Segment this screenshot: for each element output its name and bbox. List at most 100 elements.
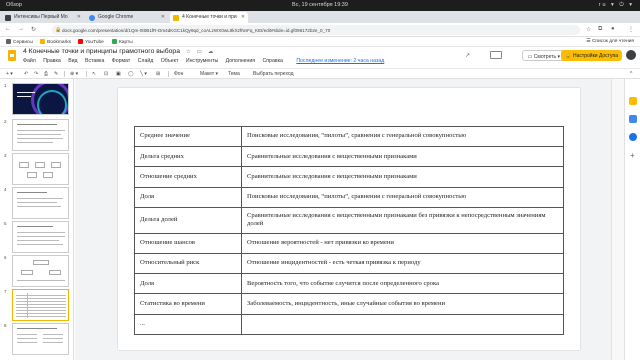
table-row: Отношение средних Сравнительные исследов… — [134, 166, 564, 188]
close-icon[interactable]: ✕ — [161, 14, 165, 20]
url-input[interactable]: 🔒 docs.google.com/presentation/d/1Qm-0t0… — [52, 25, 580, 35]
bookmark-label: Карты — [119, 40, 133, 45]
present-button[interactable]: ▭ Смотреть ▾ — [521, 50, 566, 61]
bookmarks-bar: Сервисы Bookmarks YouTube Карты ☰ Список… — [0, 37, 640, 47]
table-cell[interactable]: Статистика во времени — [134, 293, 242, 315]
table-cell[interactable]: Дельта долей — [134, 206, 242, 234]
slide-number: 1 — [4, 83, 7, 88]
table-cell[interactable]: Отношение вероятностей - нет привязки ко… — [241, 232, 564, 254]
tasks-icon[interactable] — [629, 115, 637, 123]
tab-intensivy[interactable]: Интенсивы Первый Мо ✕ — [2, 12, 84, 23]
move-folder-icon[interactable]: ▭ — [197, 49, 202, 55]
extensions-icon[interactable]: ⧉ — [598, 26, 602, 33]
slides-logo-icon[interactable] — [8, 50, 16, 61]
endpoints-table[interactable]: Среднее значение Поисковые исследования,… — [134, 125, 564, 335]
table-cell[interactable]: Доля — [134, 186, 242, 208]
table-cell[interactable] — [241, 313, 564, 335]
table-cell[interactable]: Сравнительные исследования с вещественны… — [241, 146, 564, 168]
table-cell[interactable]: Сравнительные исследования с вещественны… — [241, 166, 564, 188]
slide-thumbnail[interactable]: 8 — [4, 323, 70, 357]
menu-object[interactable]: Объект — [161, 58, 179, 64]
menu-tools[interactable]: Инструменты — [186, 58, 218, 64]
reading-list[interactable]: ☰ Список для чтения — [586, 39, 634, 44]
theme-button[interactable]: Тема — [228, 71, 240, 77]
slide-thumbnail[interactable]: 6 — [4, 255, 70, 289]
system-menu[interactable]: ru ▾ ⏻ ▾ — [599, 2, 634, 9]
table-cell[interactable]: Поисковые исследования, “пилоты”, сравне… — [241, 186, 564, 208]
table-cell[interactable]: ... — [134, 313, 242, 335]
line-icon[interactable]: ╲ ▾ — [140, 71, 147, 77]
profile-icon[interactable]: ● — [611, 26, 615, 32]
vertical-scrollbar[interactable] — [611, 79, 624, 360]
print-icon[interactable]: ⎙ — [44, 71, 48, 77]
add-slide-icon[interactable]: + ▾ — [6, 71, 13, 77]
share-button[interactable]: 🔒 Настройки Доступа — [561, 50, 622, 61]
menu-edit[interactable]: Правка — [43, 58, 61, 64]
comments-icon[interactable] — [490, 51, 502, 59]
slide-thumbnail[interactable]: 3 — [4, 153, 70, 187]
forward-icon[interactable]: → — [18, 26, 24, 32]
activity-icon[interactable]: ↗ — [465, 52, 470, 59]
toolbar-divider — [86, 71, 87, 77]
table-cell[interactable]: Отношение средних — [134, 166, 242, 188]
background-button[interactable]: Фон — [174, 71, 183, 77]
contacts-icon[interactable] — [629, 133, 637, 141]
slide-thumbnail[interactable]: 5 — [4, 221, 70, 255]
zoom-icon[interactable]: ⊕ ▾ — [70, 71, 78, 77]
table-cell[interactable]: Поисковые исследования, “пилоты”, сравне… — [241, 125, 564, 148]
menu-file[interactable]: Файл — [23, 58, 36, 64]
table-cell[interactable]: Вероятность того, что событие случится п… — [241, 273, 564, 295]
reload-icon[interactable]: ↻ — [31, 26, 36, 33]
slide-thumbnail-selected[interactable]: 7 — [4, 289, 70, 323]
slide-thumbnail[interactable]: 1 — [4, 83, 70, 117]
table-cell[interactable]: Относительный риск — [134, 252, 242, 275]
avatar[interactable] — [626, 50, 636, 60]
bookmark-apps[interactable]: Сервисы — [6, 39, 33, 45]
undo-icon[interactable]: ↶ — [24, 71, 28, 77]
table-cell[interactable]: Заболеваемость, инцидентность, иные случ… — [241, 293, 564, 315]
close-icon[interactable]: ✕ — [77, 14, 81, 20]
slide-thumbnail[interactable]: 4 — [4, 187, 70, 221]
shape-icon[interactable]: ◯ — [128, 71, 134, 77]
slide[interactable]: Среднее значение Поисковые исследования,… — [118, 88, 580, 350]
table-cell[interactable]: Отношение шансов — [134, 232, 242, 254]
keep-icon[interactable] — [629, 97, 637, 105]
tab-slides[interactable]: 4 Конечные точки и при ✕ — [170, 12, 248, 23]
table-cell[interactable]: Доля — [134, 273, 242, 295]
clock[interactable]: Вс, 19 сентября 19:39 — [0, 2, 640, 8]
bookmark-bookmarks[interactable]: Bookmarks — [40, 39, 71, 45]
table-cell[interactable]: Сравнительные исследования с вещественны… — [241, 206, 564, 234]
menu-help[interactable]: Справка — [263, 58, 283, 64]
redo-icon[interactable]: ↷ — [34, 71, 38, 77]
select-icon[interactable]: ↖ — [92, 71, 96, 77]
comment-icon[interactable]: ⊞ — [156, 71, 160, 77]
bookmark-youtube[interactable]: YouTube — [78, 39, 104, 45]
paint-format-icon[interactable]: ✎ — [54, 71, 58, 77]
star-icon[interactable]: ☆ — [586, 26, 591, 33]
textbox-icon[interactable]: ⊡ — [104, 71, 108, 77]
transition-button[interactable]: Выбрать переход — [253, 71, 294, 77]
bookmark-label: YouTube — [85, 40, 104, 45]
table-cell[interactable]: Отношение инцидентностей - есть четкая п… — [241, 252, 564, 275]
tab-google-chrome[interactable]: Google Chrome ✕ — [86, 12, 168, 23]
doc-title[interactable]: 4 Конечные точки и принципы грамотного в… — [23, 48, 180, 55]
table-cell[interactable]: Дельта средних — [134, 146, 242, 168]
menu-format[interactable]: Формат — [112, 58, 130, 64]
last-edit-link[interactable]: Последнее изменение: 2 часа назад — [296, 58, 384, 64]
menu-icon[interactable]: ⋮ — [628, 26, 634, 33]
close-icon[interactable]: ✕ — [241, 14, 245, 20]
add-addon-icon[interactable]: + — [630, 151, 635, 160]
table-cell[interactable]: Среднее значение — [134, 125, 242, 148]
layout-button[interactable]: Макет ▾ — [200, 71, 218, 77]
bookmark-maps[interactable]: Карты — [112, 39, 133, 45]
star-icon[interactable]: ☆ — [186, 49, 191, 55]
thumbnail-image — [12, 221, 69, 253]
collapse-icon[interactable]: ^ — [630, 71, 632, 77]
back-icon[interactable]: ← — [5, 26, 11, 32]
slide-thumbnail[interactable]: 2 — [4, 119, 70, 153]
menu-addons[interactable]: Дополнения — [226, 58, 255, 64]
menu-insert[interactable]: Вставка — [85, 58, 104, 64]
image-icon[interactable]: ▣ — [116, 71, 121, 77]
menu-view[interactable]: Вид — [68, 58, 77, 64]
menu-slide[interactable]: Слайд — [138, 58, 154, 64]
